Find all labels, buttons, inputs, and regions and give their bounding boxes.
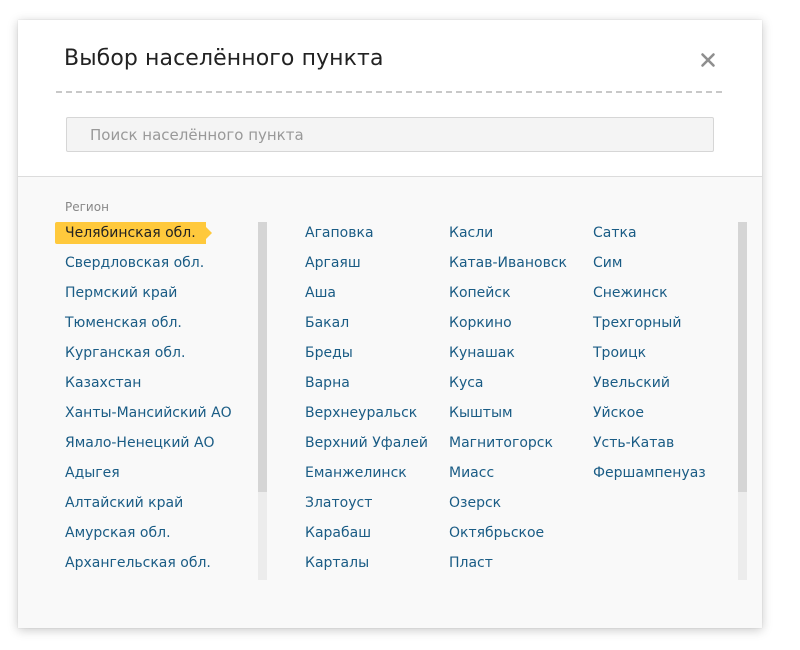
city-link[interactable]: Кыштым xyxy=(449,402,513,424)
city-link[interactable]: Бакал xyxy=(305,312,349,334)
header-divider xyxy=(56,91,722,93)
city-link[interactable]: Кунашак xyxy=(449,342,515,364)
city-link[interactable]: Еманжелинск xyxy=(305,462,407,484)
city-link[interactable]: Карабаш xyxy=(305,522,371,544)
city-link[interactable]: Пласт xyxy=(449,552,493,574)
region-heading: Регион xyxy=(65,200,109,214)
city-link[interactable]: Трехгорный xyxy=(593,312,681,334)
city-link[interactable]: Копейск xyxy=(449,282,511,304)
city-link[interactable]: Касли xyxy=(449,222,493,244)
city-link[interactable]: Карталы xyxy=(305,552,369,574)
city-link[interactable]: Увельский xyxy=(593,372,670,394)
city-picker-dialog: Выбор населённого пункта Регион Челябинс… xyxy=(18,20,762,628)
city-link[interactable]: Октябрьское xyxy=(449,522,544,544)
city-link[interactable]: Фершампенуаз xyxy=(593,462,706,484)
city-link[interactable]: Снежинск xyxy=(593,282,668,304)
city-link[interactable]: Бреды xyxy=(305,342,353,364)
close-button[interactable] xyxy=(696,48,720,72)
city-link[interactable]: Сим xyxy=(593,252,622,274)
city-link[interactable]: Коркино xyxy=(449,312,512,334)
city-link[interactable]: Сатка xyxy=(593,222,637,244)
city-link[interactable]: Катав-Ивановск xyxy=(449,252,567,274)
city-link[interactable]: Озерск xyxy=(449,492,501,514)
city-link[interactable]: Аша xyxy=(305,282,336,304)
dialog-body: Регион Челябинская обл. Свердловская обл.… xyxy=(18,177,762,628)
city-link[interactable]: Варна xyxy=(305,372,350,394)
city-link[interactable]: Аргаяш xyxy=(305,252,361,274)
city-link[interactable]: Верхнеуральск xyxy=(305,402,417,424)
city-link[interactable]: Агаповка xyxy=(305,222,374,244)
dialog-title: Выбор населённого пункта xyxy=(64,46,384,71)
city-link[interactable]: Миасс xyxy=(449,462,494,484)
city-link[interactable]: Уйское xyxy=(593,402,644,424)
city-link[interactable]: Троицк xyxy=(593,342,646,364)
city-link[interactable]: Усть-Катав xyxy=(593,432,674,454)
city-scrollbar-thumb[interactable] xyxy=(738,222,747,492)
search-input[interactable] xyxy=(66,117,714,152)
city-link[interactable]: Златоуст xyxy=(305,492,372,514)
city-link[interactable]: Верхний Уфалей xyxy=(305,432,428,454)
city-scrollbar[interactable] xyxy=(738,222,747,580)
city-link[interactable]: Магнитогорск xyxy=(449,432,553,454)
city-list: Агаповка Аргаяш Аша Бакал Бреды Варна Верхнеур… xyxy=(18,222,762,582)
close-icon[interactable] xyxy=(696,48,720,72)
dialog-header: Выбор населённого пункта xyxy=(18,20,762,177)
city-link[interactable]: Куса xyxy=(449,372,484,394)
